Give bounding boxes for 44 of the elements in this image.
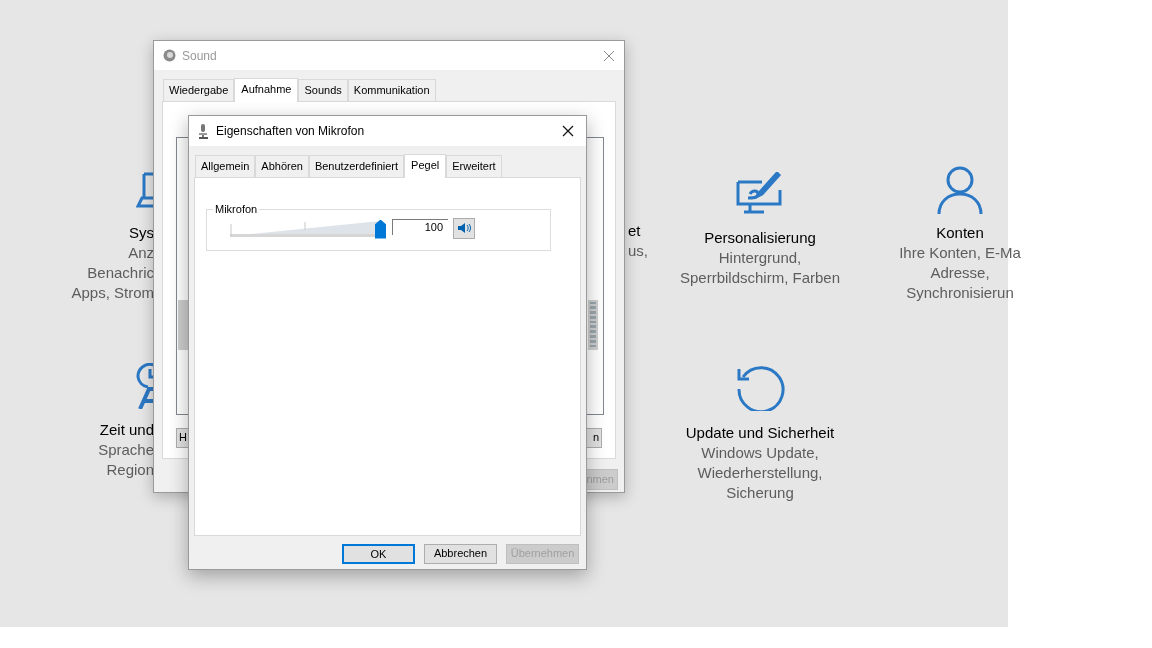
laptop-icon <box>136 172 154 208</box>
category-description: Anz <box>128 243 154 263</box>
category-title[interactable]: Update und Sicherheit <box>685 423 835 443</box>
dialog-button[interactable]: OK <box>342 543 415 564</box>
category-description: Benachric <box>87 263 154 283</box>
category-description: Sperrbildschirm, Farben <box>679 268 841 288</box>
category-description: Region <box>106 460 154 480</box>
tab[interactable]: Sounds <box>298 79 348 101</box>
category-title: Zeit und <box>99 420 154 440</box>
tab[interactable]: Abhören <box>255 155 309 177</box>
category-description: Sprache <box>98 440 154 460</box>
category-description: Windows Update, <box>701 443 819 463</box>
category-title: et <box>628 221 642 241</box>
level-meter-drawing <box>588 299 598 350</box>
category-title[interactable]: Konten <box>936 223 984 243</box>
tab[interactable]: Erweitert <box>446 155 502 177</box>
tab[interactable]: Aufnahme <box>234 78 299 102</box>
tab[interactable]: Benutzerdefiniert <box>308 155 405 177</box>
tab[interactable]: Wiedergabe <box>163 79 235 101</box>
category-description: Hintergrund, <box>718 248 802 268</box>
tab[interactable]: Kommunikation <box>347 79 436 101</box>
category-title: Sys <box>129 223 154 243</box>
category-description: Apps, Strom <box>71 283 154 303</box>
close-icon[interactable] <box>562 125 574 137</box>
tab[interactable]: Pegel <box>404 154 447 178</box>
category-description: Synchronisierun <box>906 283 1014 303</box>
level-input[interactable]: 100 <box>392 218 448 235</box>
category-description: Adresse, <box>930 263 990 283</box>
person-icon <box>937 165 983 215</box>
category-description: Sicherung <box>726 483 794 503</box>
device-row-background <box>178 299 188 350</box>
category-description: Wiederherstellung, <box>697 463 823 483</box>
tab[interactable]: Allgemein <box>195 155 256 177</box>
microphone-icon <box>199 123 208 139</box>
category-description: us, <box>628 241 648 261</box>
category-title[interactable]: Personalisierung <box>704 228 816 248</box>
category-description: Ihre Konten, E-Ma <box>899 243 1021 263</box>
slider-thumb[interactable] <box>375 219 386 239</box>
dialog-button[interactable]: Abbrechen <box>424 543 497 564</box>
window-title: Eigenschaften von Mikrofon <box>216 123 365 140</box>
paintbrush-monitor-icon <box>736 172 784 216</box>
window-title: Sound <box>182 47 217 65</box>
mute-toggle[interactable] <box>453 217 475 239</box>
clock-letter-icon <box>136 363 154 409</box>
